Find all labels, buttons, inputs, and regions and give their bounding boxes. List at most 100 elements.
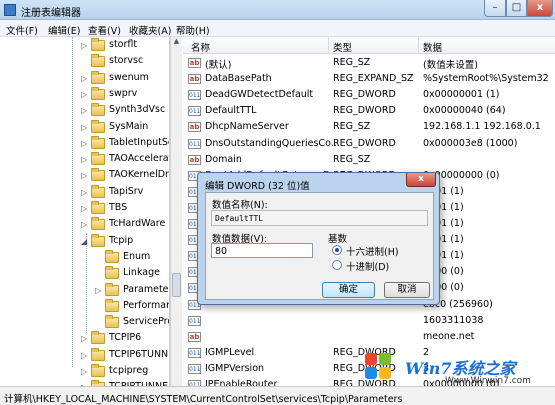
folder-icon bbox=[91, 364, 105, 377]
tree-item-label: TabletInputSer bbox=[109, 136, 169, 148]
expand-arrow-icon[interactable]: ▷ bbox=[81, 334, 89, 343]
expand-arrow-icon[interactable]: ▷ bbox=[81, 220, 89, 229]
folder-icon bbox=[91, 233, 105, 247]
tree-item-label: Synth3dVsc bbox=[109, 104, 166, 116]
value-type: REG_SZ bbox=[333, 57, 371, 68]
close-button[interactable]: x bbox=[527, 0, 553, 17]
column-header-name[interactable]: 名称 bbox=[191, 40, 210, 54]
status-bar: 计算机\HKEY_LOCAL_MACHINE\SYSTEM\CurrentCon… bbox=[0, 386, 555, 405]
title-bar: 注册表编辑器 – □ x bbox=[0, 0, 555, 20]
table-row[interactable]: ab meone.net bbox=[183, 329, 555, 345]
value-type: REG_EXPAND_SZ bbox=[333, 73, 414, 85]
tree-item-label: swprv bbox=[109, 87, 138, 99]
expand-arrow-icon[interactable]: ▷ bbox=[81, 204, 89, 213]
expand-arrow-icon[interactable]: ▷ bbox=[81, 106, 89, 115]
table-row[interactable]: 011 1603311038 bbox=[183, 313, 555, 329]
expand-arrow-icon[interactable]: ▷ bbox=[81, 155, 89, 164]
tree-item-label: Parameters bbox=[123, 283, 169, 295]
expand-arrow-icon[interactable]: ◢ bbox=[81, 237, 89, 246]
ok-button[interactable]: 确定 bbox=[322, 282, 375, 298]
tree-item-label: Enum bbox=[123, 250, 151, 262]
folder-icon bbox=[91, 103, 105, 117]
dialog-close-button[interactable]: x bbox=[406, 173, 436, 187]
watermark: Win7系统之家 Www.Winwin7.com bbox=[365, 353, 555, 386]
table-row[interactable]: 011 DeadGWDetectDefault REG_DWORD 0x0000000… bbox=[183, 87, 555, 103]
string-value-icon: ab bbox=[188, 154, 201, 165]
folder-icon bbox=[91, 152, 105, 166]
value-data: 192.168.1.1 192.168.0.1 bbox=[423, 121, 541, 133]
minimize-button[interactable]: – bbox=[484, 0, 506, 17]
value-type: REG_DWORD bbox=[333, 89, 396, 101]
menu-help[interactable]: 帮助(H) bbox=[176, 23, 210, 37]
folder-icon bbox=[91, 70, 105, 84]
cancel-button[interactable]: 取消 bbox=[384, 282, 430, 298]
tree-item-label: TAOKernelDriv bbox=[109, 169, 169, 181]
tree-item-label: SysMain bbox=[109, 120, 149, 132]
table-row[interactable]: ab (默认) REG_SZ (数值未设置) bbox=[183, 55, 555, 71]
tree-scrollbar[interactable]: ▲ bbox=[170, 37, 182, 386]
value-name: DeadGWDetectDefault bbox=[205, 89, 314, 101]
tree-item-label: storflt bbox=[109, 39, 138, 50]
expand-arrow-icon[interactable]: ▷ bbox=[81, 171, 89, 180]
value-name: (默认) bbox=[205, 60, 232, 71]
watermark-url: Www.Winwin7.com bbox=[445, 376, 531, 386]
expand-arrow-icon[interactable]: ▷ bbox=[81, 74, 89, 83]
menu-file[interactable]: 文件(F) bbox=[6, 23, 38, 37]
binary-value-icon: 011 bbox=[188, 363, 201, 374]
folder-icon bbox=[91, 347, 105, 361]
hex-radio-label: 十六进制(H) bbox=[346, 247, 399, 258]
tree-guide-line bbox=[86, 233, 87, 333]
tree-scroll-thumb[interactable] bbox=[172, 273, 181, 297]
folder-icon bbox=[91, 331, 105, 345]
value-data-input[interactable]: 80 bbox=[211, 243, 313, 258]
expand-arrow-icon[interactable]: ▷ bbox=[81, 351, 89, 360]
value-type: REG_SZ bbox=[333, 153, 371, 165]
tree-item-label: Linkage bbox=[123, 267, 160, 279]
folder-icon bbox=[105, 249, 119, 263]
string-value-icon: ab bbox=[188, 74, 201, 85]
value-name: DefaultTTL bbox=[205, 105, 257, 117]
string-value-icon: ab bbox=[188, 58, 201, 68]
string-value-icon: ab bbox=[188, 122, 201, 133]
maximize-button[interactable]: □ bbox=[506, 0, 527, 17]
expand-arrow-icon[interactable]: ▷ bbox=[81, 367, 89, 376]
value-name: IGMPVersion bbox=[205, 362, 265, 374]
dialog-title: 编辑 DWORD (32 位)值 bbox=[205, 181, 310, 192]
menu-favorites[interactable]: 收藏夹(A) bbox=[129, 23, 171, 37]
scroll-up-arrow-icon[interactable]: ▲ bbox=[171, 37, 182, 49]
radio-unchecked-icon bbox=[332, 260, 342, 270]
expand-arrow-icon[interactable]: ▷ bbox=[81, 139, 89, 148]
tree-item-label: Performanc bbox=[123, 299, 169, 311]
regedit-app-icon bbox=[4, 4, 16, 16]
tree-item-label: TCPIP6 bbox=[109, 332, 142, 344]
tree-item-label: TCPIP6TUNNE bbox=[109, 348, 170, 360]
expand-arrow-icon[interactable]: ▷ bbox=[81, 90, 89, 99]
decimal-radio-label: 十进制(D) bbox=[346, 262, 390, 273]
value-name-label: 数值名称(N): bbox=[212, 200, 268, 211]
column-header-data[interactable]: 数据 bbox=[423, 40, 442, 54]
folder-icon bbox=[91, 217, 105, 231]
tree-guide-line bbox=[72, 37, 73, 367]
folder-icon bbox=[105, 315, 119, 329]
table-row[interactable]: ab Domain REG_SZ bbox=[183, 152, 555, 168]
value-data: 1603311038 bbox=[423, 314, 484, 326]
value-data: 0x00000001 (1) bbox=[423, 89, 500, 101]
table-row[interactable]: ab DataBasePath REG_EXPAND_SZ %SystemRoot%\… bbox=[183, 71, 555, 87]
folder-icon bbox=[91, 86, 105, 100]
column-header-type[interactable]: 类型 bbox=[333, 40, 352, 54]
expand-arrow-icon[interactable]: ▷ bbox=[81, 188, 89, 197]
menu-view[interactable]: 查看(V) bbox=[88, 23, 121, 37]
expand-arrow-icon[interactable]: ▷ bbox=[81, 123, 89, 132]
expand-arrow-icon[interactable]: ▷ bbox=[81, 41, 89, 50]
key-tree[interactable]: ▷ storflt storvsc ▷ swenum ▷ swprv ▷ Synth3dVsc ▷… bbox=[0, 37, 170, 386]
folder-icon bbox=[91, 184, 105, 198]
table-row[interactable]: ab DhcpNameServer REG_SZ 192.168.1.1 192.16… bbox=[183, 119, 555, 135]
table-row[interactable]: 011 DnsOutstandingQueriesCo... REG_DWORD 0x… bbox=[183, 136, 555, 152]
binary-value-icon: 011 bbox=[188, 347, 201, 358]
menu-edit[interactable]: 编辑(E) bbox=[48, 23, 80, 37]
string-value-icon: ab bbox=[188, 331, 201, 342]
expand-arrow-icon[interactable]: ▷ bbox=[95, 286, 103, 295]
table-row[interactable]: 011 DefaultTTL REG_DWORD 0x00000040 (64) bbox=[183, 103, 555, 119]
binary-value-icon: 011 bbox=[188, 138, 201, 149]
tree-item-label: swenum bbox=[109, 71, 149, 83]
